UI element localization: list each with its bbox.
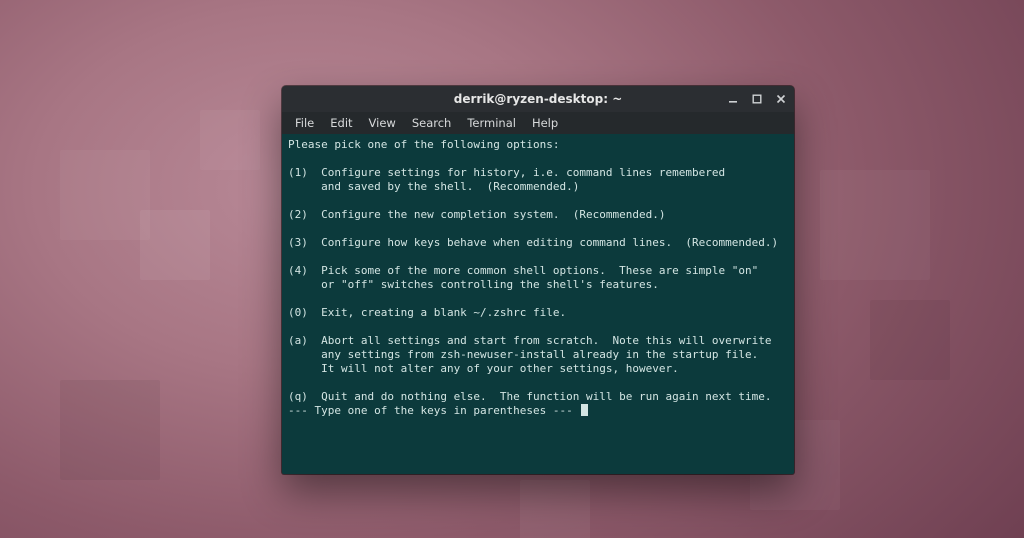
close-button[interactable] xyxy=(774,92,788,106)
terminal-cursor xyxy=(581,404,588,416)
titlebar[interactable]: derrik@ryzen-desktop: ~ xyxy=(282,86,794,112)
menubar: File Edit View Search Terminal Help xyxy=(282,112,794,134)
window-controls xyxy=(726,86,788,112)
terminal-window: derrik@ryzen-desktop: ~ File Edit View S… xyxy=(282,86,794,474)
maximize-button[interactable] xyxy=(750,92,764,106)
menu-view[interactable]: View xyxy=(362,114,403,132)
terminal-output[interactable]: Please pick one of the following options… xyxy=(282,134,794,474)
window-title: derrik@ryzen-desktop: ~ xyxy=(454,92,623,106)
desktop-wallpaper: derrik@ryzen-desktop: ~ File Edit View S… xyxy=(0,0,1024,538)
menu-help[interactable]: Help xyxy=(525,114,565,132)
menu-edit[interactable]: Edit xyxy=(323,114,359,132)
menu-search[interactable]: Search xyxy=(405,114,459,132)
minimize-button[interactable] xyxy=(726,92,740,106)
menu-terminal[interactable]: Terminal xyxy=(460,114,523,132)
menu-file[interactable]: File xyxy=(288,114,321,132)
